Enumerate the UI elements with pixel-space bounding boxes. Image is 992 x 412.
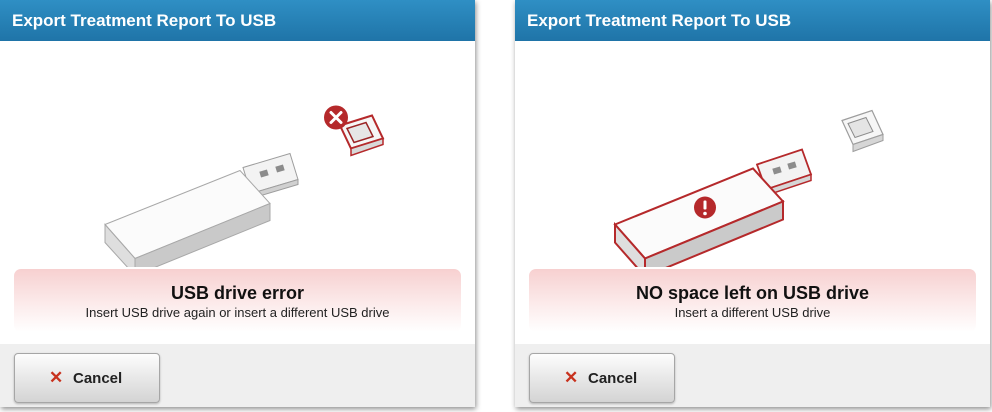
usb-illustration	[613, 109, 884, 267]
exclamation-circle-icon	[694, 196, 716, 219]
cancel-button[interactable]: ✕ Cancel	[529, 353, 675, 403]
usb-error-dialog: Export Treatment Report To USB USB drive…	[0, 0, 475, 407]
title-bar: Export Treatment Report To USB	[0, 0, 475, 41]
cancel-button[interactable]: ✕ Cancel	[14, 353, 160, 403]
error-message-body: Insert a different USB drive	[674, 305, 831, 320]
close-x-icon: ✕	[564, 368, 579, 387]
usb-illustration	[104, 105, 385, 267]
cancel-button-label: Cancel	[73, 370, 123, 387]
usb-drive-illustration	[104, 152, 299, 267]
dialog-title: Export Treatment Report To USB	[12, 11, 277, 30]
error-message-body: Insert USB drive again or insert a diffe…	[85, 305, 390, 320]
title-bar: Export Treatment Report To USB	[515, 0, 990, 41]
usb-no-space-dialog: Export Treatment Report To USB NO space …	[515, 0, 990, 407]
usb-port-illustration	[841, 109, 884, 153]
error-message-title: USB drive error	[170, 283, 305, 303]
error-message-box: NO space left on USB drive Insert a diff…	[529, 269, 976, 332]
error-message-box: USB drive error Insert USB drive again o…	[14, 269, 461, 332]
close-x-icon: ✕	[49, 368, 64, 387]
dialog-footer: ✕ Cancel	[515, 344, 990, 407]
error-circle-x-icon	[324, 105, 348, 130]
cancel-button-label: Cancel	[588, 370, 638, 387]
dialog-footer: ✕ Cancel	[0, 344, 475, 407]
error-message-title: NO space left on USB drive	[635, 283, 870, 303]
dialog-title: Export Treatment Report To USB	[527, 11, 792, 30]
